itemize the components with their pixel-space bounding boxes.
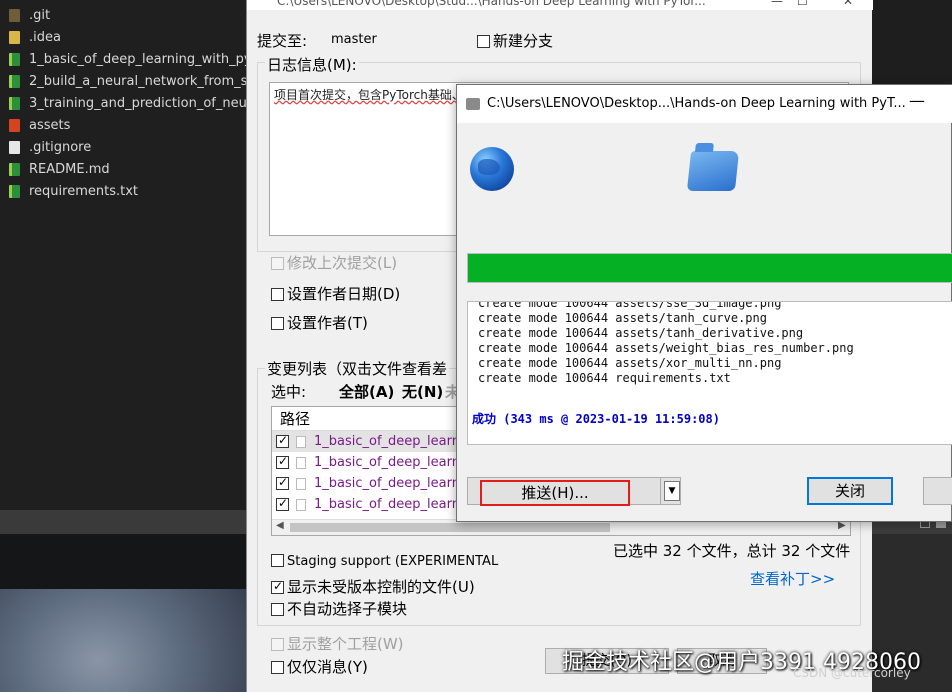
push-button[interactable]: 推送(H)... — [480, 480, 630, 506]
text-file-icon — [9, 184, 20, 198]
minimize-icon[interactable]: — — [909, 91, 925, 110]
file-explorer: .git .idea 1_basic_of_deep_learning_with… — [0, 0, 246, 510]
notebook-icon — [9, 52, 20, 66]
explorer-item[interactable]: README.md — [0, 158, 246, 180]
changes-label: 变更列表（双击文件查看差 — [265, 358, 450, 379]
file-checkbox[interactable] — [276, 433, 289, 448]
folder-icon — [9, 8, 20, 22]
panel-strip — [0, 510, 246, 534]
globe-icon — [470, 147, 514, 191]
push-titlebar: C:\Users\LENOVO\Desktop...\Hands-on Deep… — [457, 85, 952, 123]
explorer-item[interactable]: 1_basic_of_deep_learning_with_pyto — [0, 48, 246, 70]
explorer-item[interactable]: 2_build_a_neural_network_from_scr — [0, 70, 246, 92]
file-icon — [296, 498, 306, 511]
minimize-icon[interactable]: — — [771, 0, 783, 8]
progress-bar — [467, 253, 952, 283]
select-label: 选中: — [271, 383, 307, 401]
close-button[interactable]: 关闭 — [807, 477, 893, 505]
folder-icon — [9, 30, 20, 44]
chevron-down-icon[interactable]: ▼ — [664, 481, 680, 501]
push-progress-dialog: C:\Users\LENOVO\Desktop...\Hands-on Deep… — [456, 84, 952, 522]
file-checkbox[interactable] — [276, 496, 289, 511]
log-line: create mode 100644 requirements.txt — [478, 371, 731, 385]
file-icon — [296, 456, 306, 469]
file-icon — [296, 477, 306, 490]
folder-icon — [9, 118, 20, 132]
tortoise-app-icon — [466, 98, 480, 110]
explorer-item[interactable]: assets — [0, 114, 246, 136]
new-branch-checkbox[interactable]: 新建分支 — [477, 30, 553, 51]
commit-to-label: 提交至: — [257, 32, 308, 50]
push-split-button: 推送(H)... ▼ — [467, 477, 681, 506]
log-line: create mode 100644 assets/sse_3d_image.p… — [478, 301, 782, 310]
file-checkbox[interactable] — [276, 454, 289, 469]
folder-icon — [686, 151, 740, 191]
file-icon — [296, 435, 306, 448]
branch-name: master — [331, 32, 377, 47]
notebook-icon — [9, 74, 20, 88]
log-line: create mode 100644 assets/tanh_curve.png — [478, 311, 767, 325]
scroll-left-icon[interactable]: ◀ — [276, 520, 284, 531]
explorer-item[interactable]: requirements.txt — [0, 180, 246, 202]
success-message: 成功 (343 ms @ 2023-01-19 11:59:08) — [472, 412, 720, 426]
close-icon[interactable]: ✕ — [843, 0, 853, 8]
partial-button[interactable] — [923, 477, 952, 505]
watermark-sub: CSDN @cutercorley — [793, 666, 911, 680]
explorer-item[interactable]: .idea — [0, 26, 246, 48]
log-line: create mode 100644 assets/weight_bias_re… — [478, 341, 854, 355]
select-none-link[interactable]: 无(N) — [402, 381, 443, 402]
log-line: create mode 100644 assets/tanh_derivativ… — [478, 326, 804, 340]
set-author-checkbox[interactable]: 设置作者(T) — [271, 312, 368, 333]
message-only-checkbox[interactable]: 仅仅消息(Y) — [271, 656, 368, 677]
show-unversioned-checkbox[interactable]: 显示未受版本控制的文件(U) — [271, 576, 475, 597]
message-label: 日志信息(M): — [265, 54, 359, 75]
wallpaper-space — [0, 534, 246, 589]
notebook-icon — [9, 96, 20, 110]
commit-titlebar: C:\Users\LENOVO\Desktop\Stud...\Hands-on… — [247, 0, 873, 10]
explorer-item[interactable]: 3_training_and_prediction_of_neura — [0, 92, 246, 114]
maximize-icon[interactable]: ☐ — [797, 0, 808, 8]
explorer-item[interactable]: .git — [0, 4, 246, 26]
no-auto-submodules-checkbox[interactable]: 不自动选择子模块 — [271, 598, 407, 619]
view-patch-link[interactable]: 查看补丁>> — [750, 568, 835, 589]
push-log[interactable]: create mode 100644 assets/sse_3d_image.p… — [467, 301, 952, 445]
show-whole-project-checkbox[interactable]: 显示整个工程(W) — [271, 633, 404, 654]
progress-fill — [468, 254, 952, 282]
markdown-icon — [9, 162, 20, 176]
amend-checkbox[interactable]: 修改上次提交(L) — [271, 252, 397, 273]
set-author-date-checkbox[interactable]: 设置作者日期(D) — [271, 283, 400, 304]
file-checkbox[interactable] — [276, 475, 289, 490]
file-icon — [9, 140, 20, 154]
staging-support-checkbox[interactable]: Staging support (EXPERIMENTAL — [271, 554, 498, 569]
explorer-item[interactable]: .gitignore — [0, 136, 246, 158]
scrollbar-thumb[interactable] — [290, 523, 610, 532]
log-line: create mode 100644 assets/xor_multi_nn.p… — [478, 356, 782, 370]
selection-summary: 已选中 32 个文件，总计 32 个文件 — [613, 542, 851, 560]
select-all-link[interactable]: 全部(A) — [339, 381, 394, 402]
